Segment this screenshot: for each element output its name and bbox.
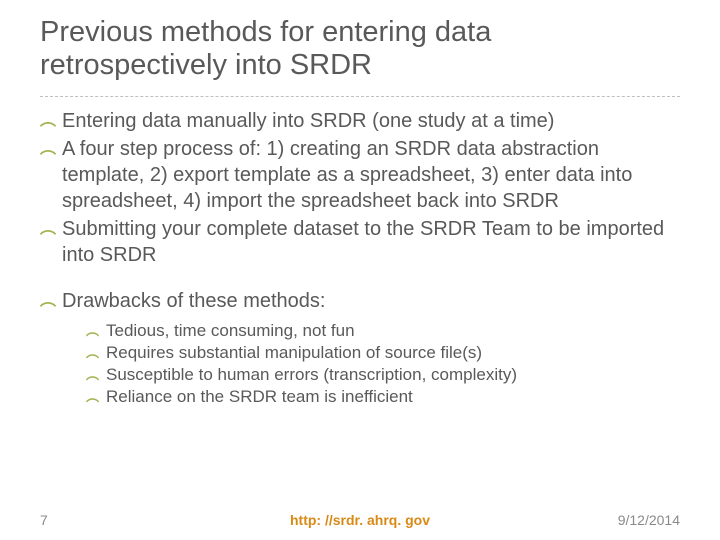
list-item: ︵ Tedious, time consuming, not fun	[86, 320, 680, 342]
list-item: ︵ Drawbacks of these methods:	[40, 288, 680, 314]
list-item: ︵ Reliance on the SRDR team is inefficie…	[86, 386, 680, 408]
bullet-text: Requires substantial manipulation of sou…	[106, 342, 680, 364]
slide-title: Previous methods for entering data retro…	[40, 16, 680, 83]
list-item: ︵ Requires substantial manipulation of s…	[86, 342, 680, 364]
bullet-text: A four step process of: 1) creating an S…	[62, 136, 680, 214]
bullet-icon: ︵	[40, 288, 62, 314]
bullet-text: Susceptible to human errors (transcripti…	[106, 364, 680, 386]
bullet-icon: ︵	[40, 136, 62, 162]
bullet-text: Submitting your complete dataset to the …	[62, 216, 680, 268]
bullet-icon: ︵	[86, 386, 106, 408]
footer: 7 http: //srdr. ahrq. gov 9/12/2014	[0, 508, 720, 528]
list-item: ︵ A four step process of: 1) creating an…	[40, 136, 680, 214]
footer-url: http: //srdr. ahrq. gov	[0, 512, 720, 528]
slide: Previous methods for entering data retro…	[0, 0, 720, 540]
bullet-icon: ︵	[40, 216, 62, 242]
list-item: ︵ Entering data manually into SRDR (one …	[40, 108, 680, 134]
bullet-text: Tedious, time consuming, not fun	[106, 320, 680, 342]
slide-content: ︵ Entering data manually into SRDR (one …	[40, 108, 680, 408]
bullet-text: Drawbacks of these methods:	[62, 288, 680, 314]
bullet-icon: ︵	[40, 108, 62, 134]
list-item: ︵ Submitting your complete dataset to th…	[40, 216, 680, 268]
bullet-text: Reliance on the SRDR team is inefficient	[106, 386, 680, 408]
sub-list: ︵ Tedious, time consuming, not fun ︵ Req…	[86, 320, 680, 408]
bullet-icon: ︵	[86, 342, 106, 364]
footer-date: 9/12/2014	[618, 512, 680, 528]
list-item: ︵ Susceptible to human errors (transcrip…	[86, 364, 680, 386]
bullet-icon: ︵	[86, 320, 106, 342]
title-divider	[40, 96, 680, 97]
bullet-icon: ︵	[86, 364, 106, 386]
bullet-text: Entering data manually into SRDR (one st…	[62, 108, 680, 134]
